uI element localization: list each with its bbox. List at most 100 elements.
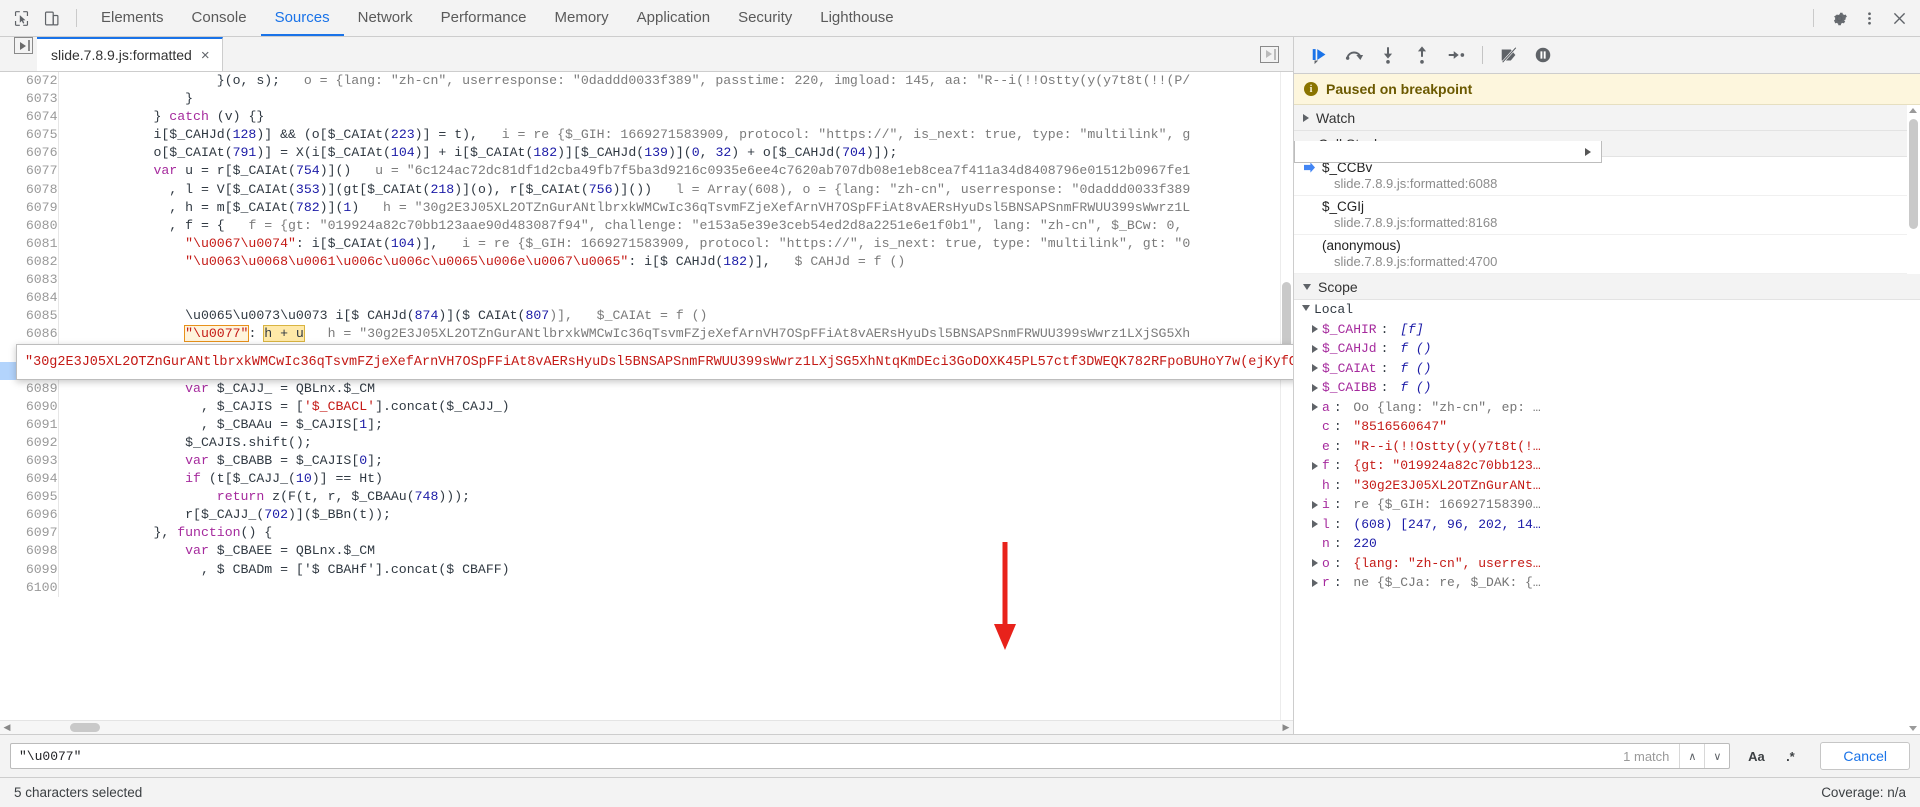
line-source[interactable]: var $_CAJJ_ = QBLnx.$_CM (58, 380, 1293, 398)
editor-vertical-scrollbar[interactable] (1280, 72, 1293, 720)
line-source[interactable]: , $ CBADm = ['$ CBAHf'].concat($ CBAFF) (58, 561, 1293, 579)
line-number[interactable]: 6085 (0, 307, 59, 326)
line-number[interactable]: 6094 (0, 470, 59, 489)
line-source[interactable]: var $_CBAEE = QBLnx.$_CM (58, 542, 1293, 560)
three-dot-menu-icon[interactable] (1854, 4, 1884, 32)
step-into-icon[interactable] (1372, 41, 1404, 69)
line-source[interactable]: if (t[$_CAJJ_(10)] == Ht) (58, 470, 1293, 488)
code-line[interactable]: 6074 } catch (v) {} (0, 108, 1293, 127)
scope-variable-row[interactable]: h: "30g2E3J05XL2OTZnGurANt… (1294, 476, 1920, 496)
device-toolbar-icon[interactable] (36, 4, 66, 32)
line-source[interactable]: var $_CBABB = $_CAJIS[0]; (58, 452, 1293, 470)
code-line[interactable]: 6080 , f = { f = {gt: "019924a82c70bb123… (0, 216, 1293, 235)
step-out-icon[interactable] (1406, 41, 1438, 69)
line-source[interactable]: , $_CAJIS = ['$_CBACL'].concat($_CAJJ_) (58, 398, 1293, 416)
tab-network[interactable]: Network (344, 0, 427, 36)
call-stack-frame[interactable]: $_CGIj slide.7.8.9.js:formatted:8168 (1294, 196, 1920, 235)
scope-variable-row[interactable]: l: (608) [247, 96, 202, 14… (1294, 515, 1920, 535)
line-number[interactable]: 6074 (0, 108, 59, 127)
line-source[interactable] (58, 271, 1293, 289)
chevron-right-icon[interactable] (1312, 578, 1318, 587)
line-number[interactable]: 6080 (0, 216, 59, 235)
close-icon[interactable]: × (201, 48, 210, 63)
step-over-icon[interactable] (1338, 41, 1370, 69)
show-debugger-icon[interactable] (1260, 45, 1279, 63)
hscroll-right-arrow[interactable]: ▶ (1279, 722, 1293, 733)
line-number[interactable]: 6090 (0, 397, 59, 416)
code-line[interactable]: 6089 var $_CAJJ_ = QBLnx.$_CM (0, 379, 1293, 398)
section-scope[interactable]: Scope (1294, 274, 1920, 300)
line-number[interactable]: 6084 (0, 289, 59, 308)
cancel-button[interactable]: Cancel (1820, 742, 1910, 770)
regex-toggle[interactable]: .* (1776, 743, 1804, 769)
scope-variable-row[interactable]: e: "R--i(!!Ostty(y(y7t8t(!… (1294, 437, 1920, 457)
deactivate-breakpoints-icon[interactable] (1493, 41, 1525, 69)
resume-icon[interactable] (1304, 41, 1336, 69)
line-source[interactable]: } catch (v) {} (58, 108, 1293, 126)
close-icon[interactable] (1884, 4, 1914, 32)
line-number[interactable]: 6083 (0, 271, 59, 290)
line-source[interactable]: r[$_CAJJ_(702)]($_BBn(t)); (58, 506, 1293, 524)
search-next-button[interactable]: ∨ (1704, 744, 1729, 768)
scope-variable-row[interactable]: $_CAIBB: f () (1294, 378, 1920, 398)
line-number[interactable]: 6091 (0, 415, 59, 434)
scope-variable-row[interactable]: $_CAHIR: [f] (1294, 320, 1920, 340)
line-source[interactable]: \u0065\u0073\u0073 i[$ CAHJd(874)]($ CAI… (58, 307, 1293, 325)
line-number[interactable]: 6081 (0, 234, 59, 253)
search-field-wrapper[interactable]: 1 match ∧ ∨ (10, 743, 1731, 769)
tab-lighthouse[interactable]: Lighthouse (806, 0, 907, 36)
step-icon[interactable] (1440, 41, 1472, 69)
chevron-right-icon[interactable] (1312, 403, 1318, 412)
scope-variable-row[interactable]: i: re {$_GIH: 166927158390… (1294, 495, 1920, 515)
line-source[interactable]: , $_CBAAu = $_CAJIS[1]; (58, 416, 1293, 434)
scope-variable-row[interactable]: r: ne {$_CJa: re, $_DAK: {… (1294, 573, 1920, 593)
line-source[interactable]: return z(F(t, r, $_CBAAu(748))); (58, 488, 1293, 506)
line-source[interactable]: $_CAJIS.shift(); (58, 434, 1293, 452)
code-line[interactable]: 6097 }, function() { (0, 524, 1293, 543)
line-source[interactable]: , f = { f = {gt: "019924a82c70bb123aae90… (58, 217, 1293, 235)
line-number[interactable]: 6086 (0, 325, 59, 344)
line-number[interactable]: 6099 (0, 560, 59, 579)
line-number[interactable]: 6095 (0, 488, 59, 507)
tab-performance[interactable]: Performance (427, 0, 541, 36)
line-number[interactable]: 6100 (0, 578, 59, 597)
line-number[interactable]: 6078 (0, 180, 59, 199)
sidebar-vertical-scrollbar[interactable] (1907, 105, 1920, 734)
scope-variable-row[interactable]: f: {gt: "019924a82c70bb123… (1294, 456, 1920, 476)
file-tab-slide-js[interactable]: slide.7.8.9.js:formatted × (37, 37, 223, 71)
line-source[interactable]: , l = V[$_CAIAt(353)](gt[$_CAIAt(218)](o… (58, 181, 1293, 199)
code-line[interactable]: 6078 , l = V[$_CAIAt(353)](gt[$_CAIAt(21… (0, 180, 1293, 199)
line-source[interactable]: i[$_CAHJd(128)] && (o[$_CAIAt(223)] = t)… (58, 126, 1293, 144)
section-watch[interactable]: Watch (1294, 105, 1920, 131)
line-source[interactable]: "\u0067\u0074": i[$_CAIAt(104)], i = re … (58, 235, 1293, 253)
search-prev-button[interactable]: ∧ (1679, 744, 1704, 768)
code-line[interactable]: 6094 if (t[$_CAJJ_(10)] == Ht) (0, 470, 1293, 489)
pause-on-exceptions-icon[interactable] (1527, 41, 1559, 69)
chevron-right-icon[interactable] (1312, 344, 1318, 353)
code-line[interactable]: 6098 var $_CBAEE = QBLnx.$_CM (0, 542, 1293, 561)
match-case-toggle[interactable]: Aa (1742, 743, 1770, 769)
line-source[interactable]: } (58, 90, 1293, 108)
code-line[interactable]: 6092 $_CAJIS.shift(); (0, 433, 1293, 452)
line-source[interactable]: "\u0077": h + u h = "30g2E3J05XL2OTZnGur… (58, 325, 1293, 343)
line-number[interactable]: 6098 (0, 542, 59, 561)
scope-variable-row[interactable]: o: {lang: "zh-cn", userres… (1294, 554, 1920, 574)
tab-elements[interactable]: Elements (87, 0, 178, 36)
show-navigator-icon[interactable] (14, 37, 33, 54)
tab-memory[interactable]: Memory (541, 0, 623, 36)
scroll-up-arrow-icon[interactable] (1909, 108, 1917, 113)
editor-hscroll-thumb[interactable] (70, 723, 100, 732)
line-number[interactable]: 6079 (0, 198, 59, 217)
chevron-right-icon[interactable] (1312, 520, 1318, 529)
line-source[interactable]: "\u0063\u0068\u0061\u006c\u006c\u0065\u0… (58, 253, 1293, 271)
editor-horizontal-scrollbar[interactable]: ◀ ▶ (0, 720, 1293, 734)
scope-variable-row[interactable]: n: 220 (1294, 534, 1920, 554)
code-line[interactable]: 6072 }(o, s); o = {lang: "zh-cn", userre… (0, 72, 1293, 91)
line-source[interactable] (58, 579, 1293, 597)
code-line[interactable]: 6084 (0, 289, 1293, 308)
scope-variable-row[interactable]: a: Oo {lang: "zh-cn", ep: … (1294, 398, 1920, 418)
scope-variable-row[interactable]: $_CAHJd: f () (1294, 339, 1920, 359)
scope-variable-row[interactable]: $_CAIAt: f () (1294, 359, 1920, 379)
sidebar-vscroll-thumb[interactable] (1909, 119, 1918, 229)
line-number[interactable]: 6089 (0, 379, 59, 398)
